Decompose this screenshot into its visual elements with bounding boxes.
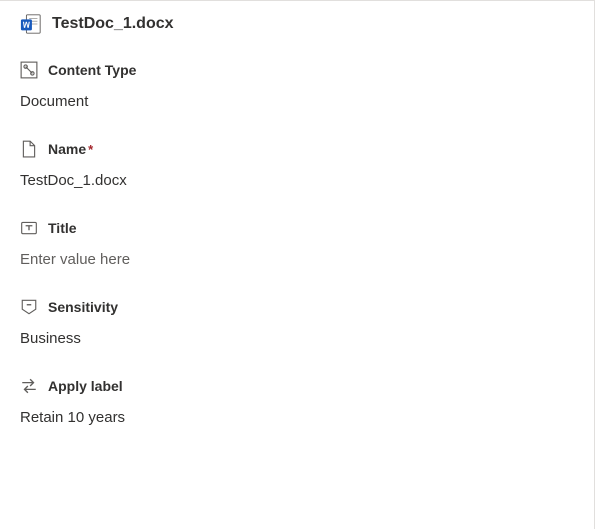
required-indicator: *	[88, 142, 93, 157]
title-input[interactable]: Enter value here	[20, 251, 574, 268]
name-label-row: Name*	[20, 140, 574, 158]
word-file-icon	[20, 13, 42, 35]
name-label: Name*	[48, 141, 93, 157]
text-icon	[20, 219, 38, 237]
apply-label-row: Apply label	[20, 377, 574, 395]
title-label-row: Title	[20, 219, 574, 237]
properties-panel: TestDoc_1.docx Content Type Document	[0, 1, 594, 476]
apply-label-value[interactable]: Retain 10 years	[20, 409, 574, 426]
name-label-text: Name	[48, 141, 86, 157]
content-type-label: Content Type	[48, 62, 136, 78]
sensitivity-field: Sensitivity Business	[20, 298, 574, 347]
file-header: TestDoc_1.docx	[20, 13, 574, 35]
content-type-value[interactable]: Document	[20, 93, 574, 110]
name-value[interactable]: TestDoc_1.docx	[20, 172, 574, 189]
content-type-icon	[20, 61, 38, 79]
sensitivity-label-row: Sensitivity	[20, 298, 574, 316]
sensitivity-value[interactable]: Business	[20, 330, 574, 347]
content-type-field: Content Type Document	[20, 61, 574, 110]
content-type-label-row: Content Type	[20, 61, 574, 79]
apply-label-text: Apply label	[48, 378, 123, 394]
title-field: Title Enter value here	[20, 219, 574, 268]
file-icon	[20, 140, 38, 158]
title-label: Title	[48, 220, 77, 236]
sensitivity-label: Sensitivity	[48, 299, 118, 315]
swap-icon	[20, 377, 38, 395]
name-field: Name* TestDoc_1.docx	[20, 140, 574, 189]
apply-label-field: Apply label Retain 10 years	[20, 377, 574, 426]
file-title: TestDoc_1.docx	[52, 15, 174, 33]
sensitivity-icon	[20, 298, 38, 316]
